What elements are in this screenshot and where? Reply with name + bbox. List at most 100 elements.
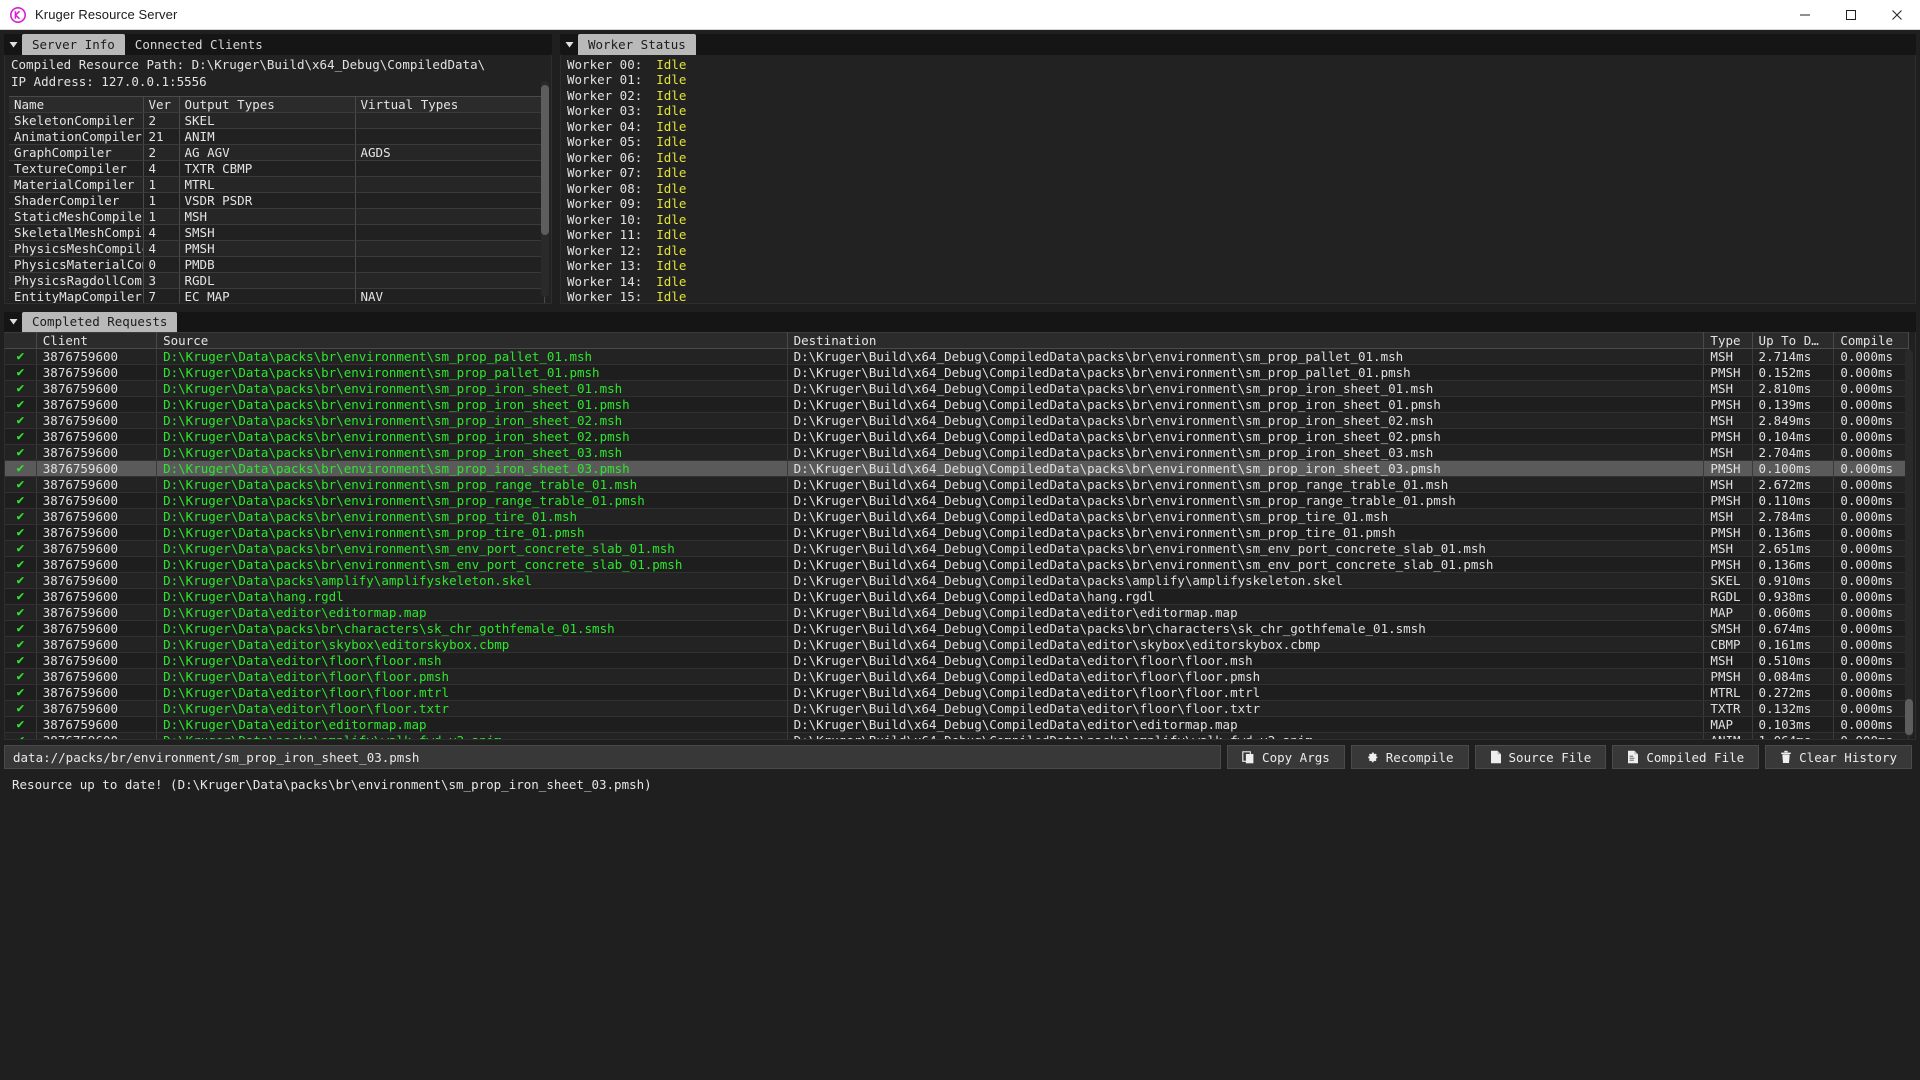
table-row[interactable]: ✔3876759600D:\Kruger\Data\packs\br\envir… (5, 540, 1909, 556)
copy-icon (1242, 751, 1255, 764)
compilers-table-row[interactable]: StaticMeshCompiler1MSH (9, 208, 545, 224)
requests-col-client[interactable]: Client (36, 332, 156, 348)
compilers-col-ver[interactable]: Ver (143, 96, 179, 112)
green-check-icon: ✔ (5, 620, 36, 636)
table-row[interactable]: ✔3876759600D:\Kruger\Data\packs\br\envir… (5, 444, 1909, 460)
request-type: MSH (1704, 412, 1752, 428)
scrollbar-thumb[interactable] (541, 85, 549, 235)
table-row[interactable]: ✔3876759600D:\Kruger\Data\packs\br\chara… (5, 620, 1909, 636)
triangle-down-icon[interactable] (560, 34, 578, 55)
requests-col-type[interactable]: Type (1704, 332, 1752, 348)
request-uptodate-time: 2.704ms (1752, 444, 1834, 460)
compilers-table-row[interactable]: TextureCompiler4TXTR CBMP (9, 160, 545, 176)
close-button[interactable] (1874, 0, 1920, 30)
tab-connected-clients[interactable]: Connected Clients (125, 34, 273, 55)
table-row[interactable]: ✔3876759600D:\Kruger\Data\packs\br\envir… (5, 460, 1909, 476)
table-row[interactable]: ✔3876759600D:\Kruger\Data\editor\editorm… (5, 604, 1909, 620)
request-compile-time: 0.000ms (1834, 380, 1909, 396)
compiler-virtual-types (355, 192, 545, 208)
request-compile-time: 0.000ms (1834, 572, 1909, 588)
requests-col-uptodate[interactable]: Up To D… (1752, 332, 1834, 348)
requests-col-compile[interactable]: Compile (1834, 332, 1909, 348)
scrollbar-thumb[interactable] (1905, 699, 1913, 735)
table-row[interactable]: ✔3876759600D:\Kruger\Data\hang.rgdlD:\Kr… (5, 588, 1909, 604)
resource-path-field[interactable]: data://packs/br/environment/sm_prop_iron… (4, 745, 1221, 769)
compilers-table-row[interactable]: ShaderCompiler1VSDR PSDR (9, 192, 545, 208)
table-row[interactable]: ✔3876759600D:\Kruger\Data\editor\editorm… (5, 716, 1909, 732)
minimize-button[interactable] (1782, 0, 1828, 30)
clear-history-button[interactable]: Clear History (1765, 745, 1912, 769)
copy-args-button[interactable]: Copy Args (1227, 745, 1345, 769)
table-row[interactable]: ✔3876759600D:\Kruger\Data\packs\br\envir… (5, 556, 1909, 572)
table-row[interactable]: ✔3876759600D:\Kruger\Data\packs\br\envir… (5, 524, 1909, 540)
request-client: 3876759600 (36, 412, 156, 428)
compilers-table-row[interactable]: SkeletalMeshCompiler4SMSH (9, 224, 545, 240)
green-check-icon: ✔ (5, 460, 36, 476)
tab-completed-requests[interactable]: Completed Requests (22, 312, 177, 332)
compiler-version: 7 (143, 288, 179, 304)
table-row[interactable]: ✔3876759600D:\Kruger\Data\packs\br\envir… (5, 508, 1909, 524)
request-client: 3876759600 (36, 732, 156, 740)
compilers-table-row[interactable]: PhysicsMaterialCompiler0PMDB (9, 256, 545, 272)
triangle-down-icon[interactable] (4, 312, 22, 332)
green-check-icon: ✔ (5, 716, 36, 732)
compilers-table-row[interactable]: EntityMapCompiler7EC MAPNAV (9, 288, 545, 304)
compiled-file-button[interactable]: Compiled File (1612, 745, 1759, 769)
worker-row: Worker 02:Idle (567, 88, 1915, 104)
table-row[interactable]: ✔3876759600D:\Kruger\Data\packs\br\envir… (5, 428, 1909, 444)
server-info-scrollbar[interactable] (541, 81, 549, 297)
compilers-table-row[interactable]: PhysicsMeshCompiler4PMSH (9, 240, 545, 256)
recompile-button[interactable]: Recompile (1351, 745, 1469, 769)
table-row[interactable]: ✔3876759600D:\Kruger\Data\editor\skybox\… (5, 636, 1909, 652)
file-icon (1490, 750, 1502, 764)
table-row[interactable]: ✔3876759600D:\Kruger\Data\editor\floor\f… (5, 652, 1909, 668)
tab-server-info[interactable]: Server Info (22, 34, 125, 55)
compiler-virtual-types (355, 160, 545, 176)
maximize-button[interactable] (1828, 0, 1874, 30)
table-row[interactable]: ✔3876759600D:\Kruger\Data\packs\br\envir… (5, 364, 1909, 380)
compilers-col-virtual-types[interactable]: Virtual Types (355, 96, 545, 112)
table-row[interactable]: ✔3876759600D:\Kruger\Data\packs\amplify\… (5, 732, 1909, 740)
requests-scrollbar[interactable] (1905, 350, 1913, 737)
table-row[interactable]: ✔3876759600D:\Kruger\Data\packs\br\envir… (5, 348, 1909, 364)
table-row[interactable]: ✔3876759600D:\Kruger\Data\packs\br\envir… (5, 412, 1909, 428)
compilers-table-row[interactable]: PhysicsRagdollCompiler3RGDL (9, 272, 545, 288)
requests-col-source[interactable]: Source (157, 332, 787, 348)
compilers-table-row[interactable]: GraphCompiler2AG AGVAGDS (9, 144, 545, 160)
source-file-button[interactable]: Source File (1475, 745, 1607, 769)
compiler-name: EntityMapCompiler (9, 288, 143, 304)
table-row[interactable]: ✔3876759600D:\Kruger\Data\packs\br\envir… (5, 380, 1909, 396)
table-row[interactable]: ✔3876759600D:\Kruger\Data\packs\br\envir… (5, 396, 1909, 412)
table-row[interactable]: ✔3876759600D:\Kruger\Data\packs\br\envir… (5, 476, 1909, 492)
triangle-down-icon[interactable] (4, 34, 22, 55)
table-row[interactable]: ✔3876759600D:\Kruger\Data\editor\floor\f… (5, 700, 1909, 716)
worker-label: Worker 08: (567, 181, 642, 196)
table-row[interactable]: ✔3876759600D:\Kruger\Data\editor\floor\f… (5, 668, 1909, 684)
request-compile-time: 0.000ms (1834, 428, 1909, 444)
tab-worker-status[interactable]: Worker Status (578, 34, 696, 55)
compilers-table-row[interactable]: MaterialCompiler1MTRL (9, 176, 545, 192)
table-row[interactable]: ✔3876759600D:\Kruger\Data\editor\floor\f… (5, 684, 1909, 700)
compilers-col-output-types[interactable]: Output Types (179, 96, 355, 112)
compilers-table-row[interactable]: SkeletonCompiler2SKEL (9, 112, 545, 128)
app-root: Server Info Connected Clients Compiled R… (0, 30, 1920, 1080)
panel-splitter[interactable] (552, 34, 560, 304)
request-compile-time: 0.000ms (1834, 652, 1909, 668)
requests-col-status[interactable] (5, 332, 36, 348)
green-check-icon: ✔ (5, 412, 36, 428)
worker-state: Idle (656, 227, 686, 242)
worker-state: Idle (656, 165, 686, 180)
compiler-name: GraphCompiler (9, 144, 143, 160)
requests-col-destination[interactable]: Destination (787, 332, 1704, 348)
compilers-table-row[interactable]: AnimationCompiler21ANIM (9, 128, 545, 144)
request-compile-time: 0.000ms (1834, 460, 1909, 476)
request-compile-time: 0.000ms (1834, 396, 1909, 412)
source-file-label: Source File (1509, 750, 1592, 765)
worker-state: Idle (656, 258, 686, 273)
compiled-resource-path: Compiled Resource Path: D:\Kruger\Build\… (5, 55, 551, 73)
table-row[interactable]: ✔3876759600D:\Kruger\Data\packs\amplify\… (5, 572, 1909, 588)
compiler-output-types: SKEL (179, 112, 355, 128)
table-row[interactable]: ✔3876759600D:\Kruger\Data\packs\br\envir… (5, 492, 1909, 508)
worker-row: Worker 11:Idle (567, 227, 1915, 243)
compilers-col-name[interactable]: Name (9, 96, 143, 112)
